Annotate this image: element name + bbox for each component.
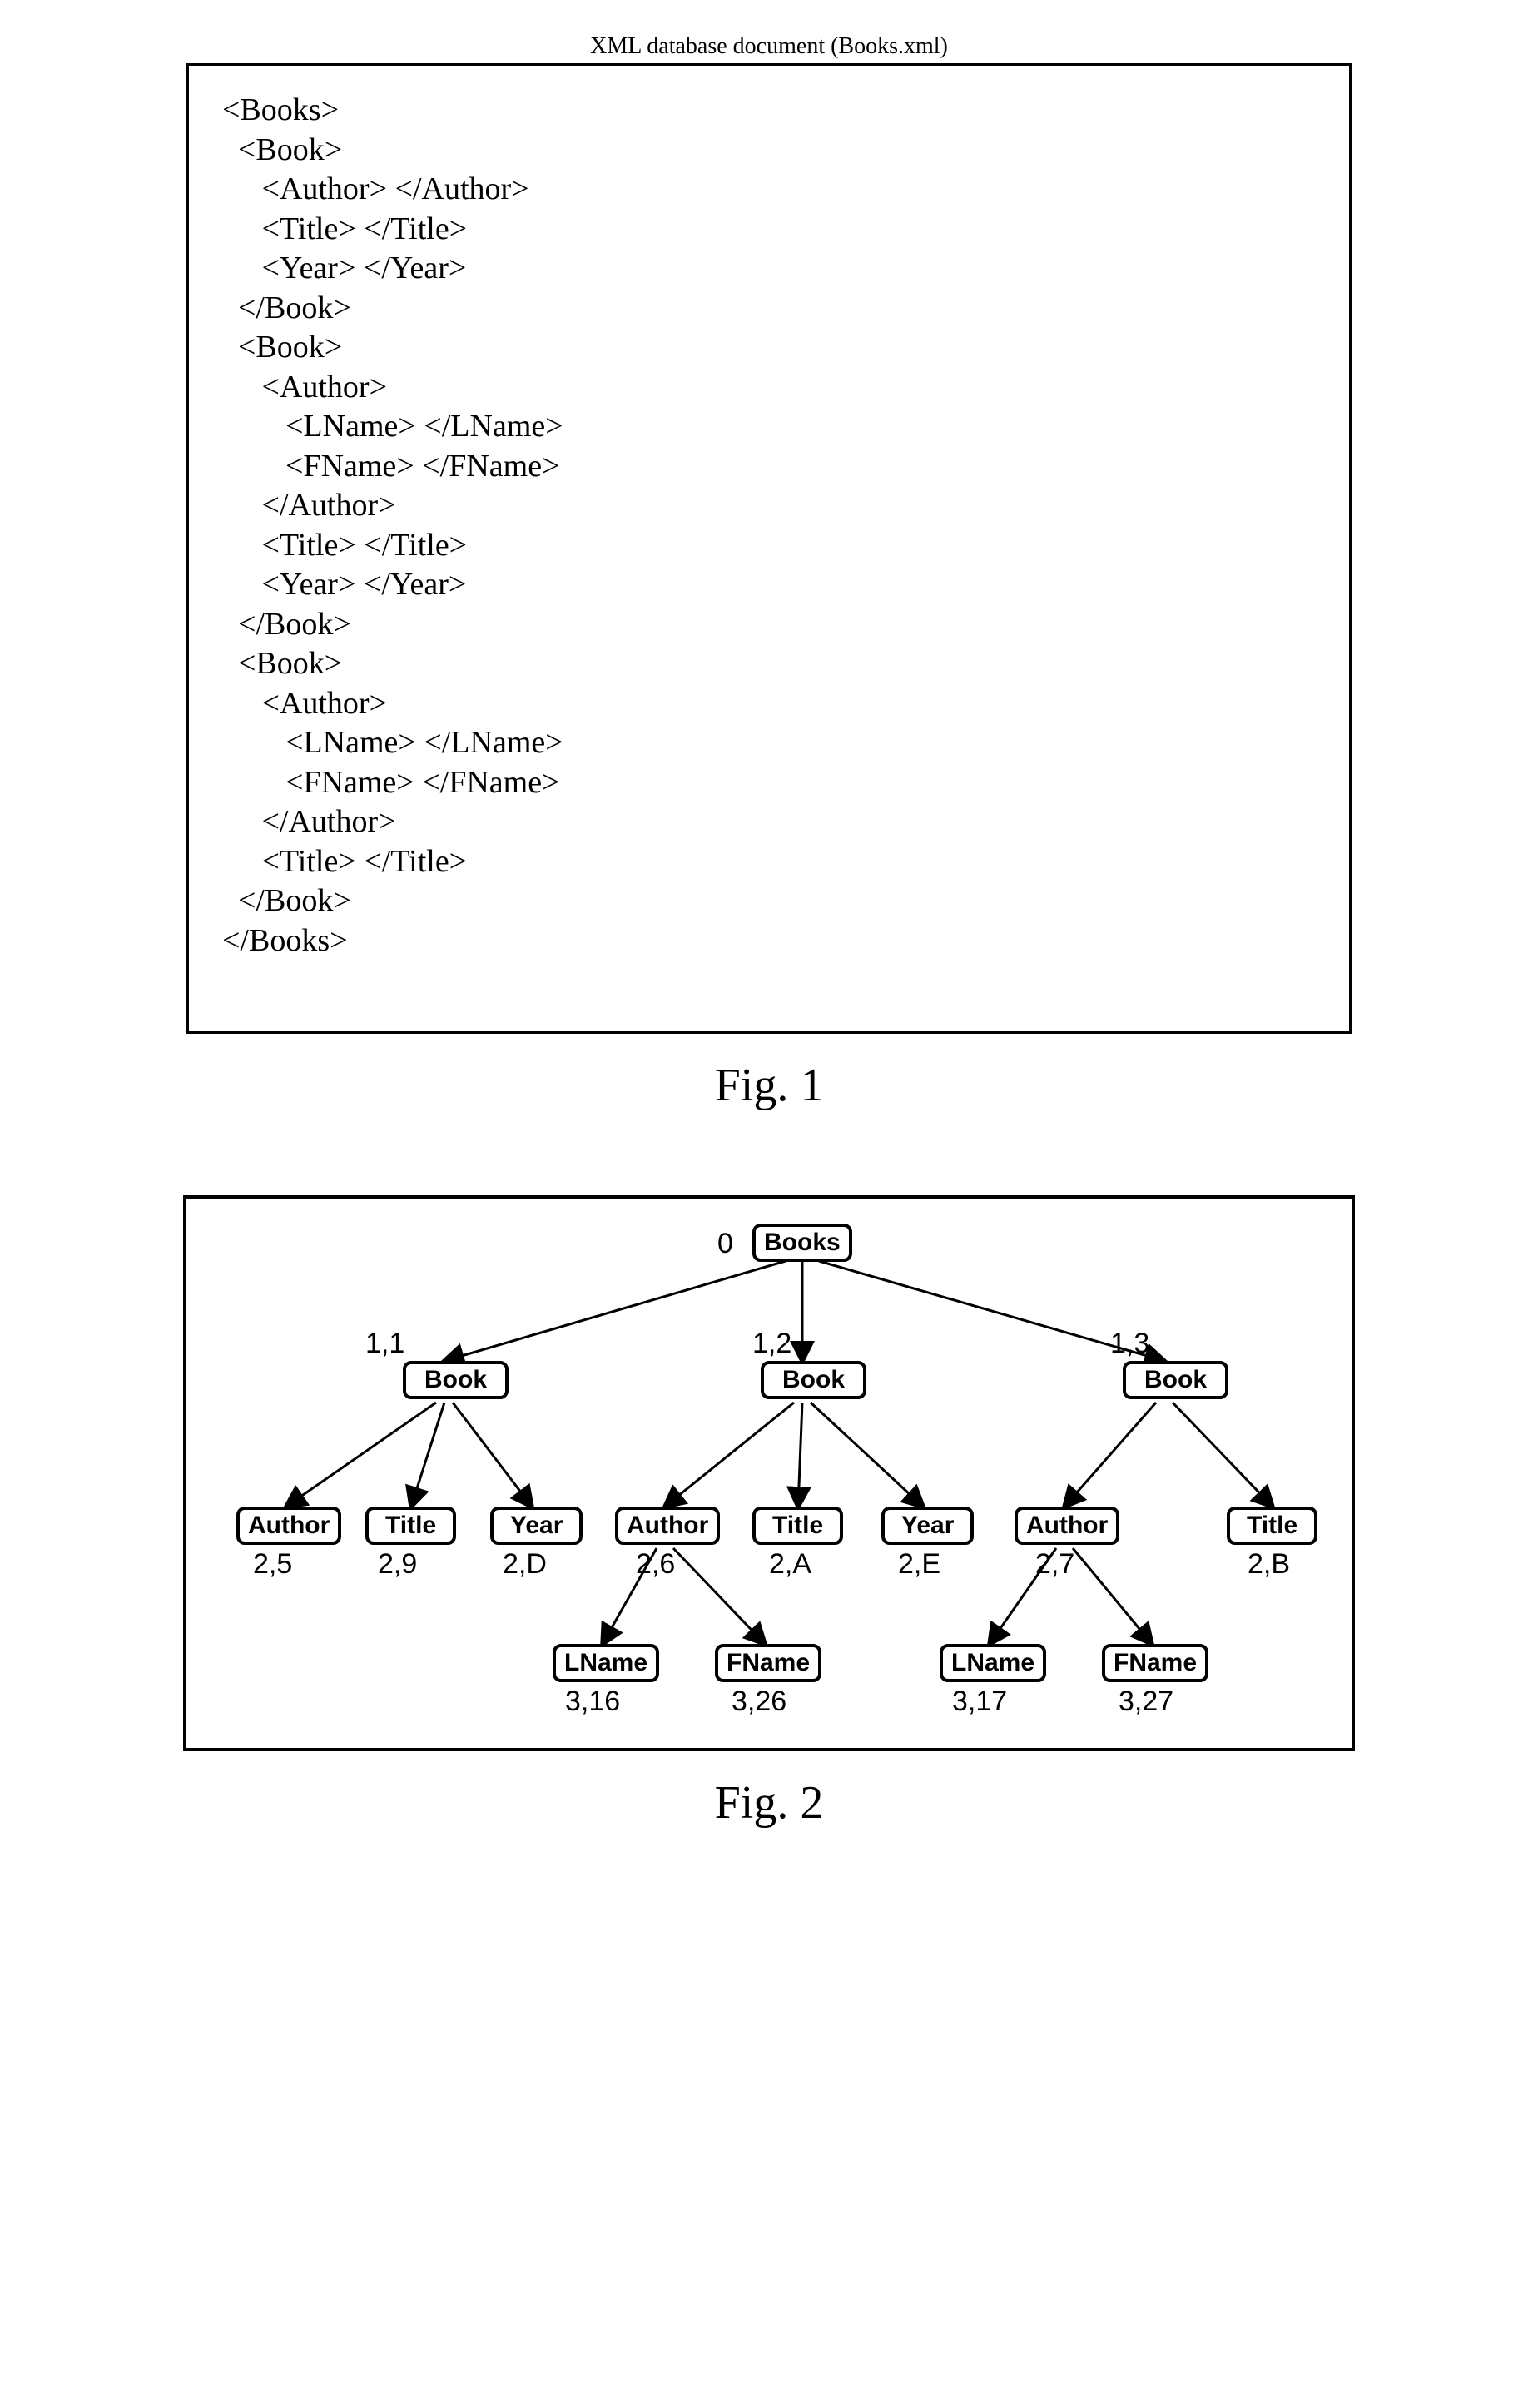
node-year-2: Year [881,1507,974,1545]
node-id-2-e: 2,E [898,1548,940,1581]
node-year-1: Year [490,1507,583,1545]
fig1-title: XML database document (Books.xml) [186,33,1352,60]
fig2-caption: Fig. 2 [715,1776,824,1830]
fig1-caption: Fig. 1 [186,1059,1352,1112]
node-author-1: Author [236,1507,341,1545]
fig1-xml-box: <Books> <Book> <Author> </Author> <Title… [186,63,1352,1034]
node-book-3: Book [1123,1361,1228,1399]
node-lname-2: LName [940,1644,1046,1682]
node-book-2: Book [761,1361,866,1399]
node-id-3-17: 3,17 [952,1686,1007,1718]
figure-2: 0 Books 1,1 Book 1,2 Book 1,3 Book Autho… [183,1195,1355,1751]
fig1-xml-content: <Books> <Book> <Author> </Author> <Title… [222,91,1316,961]
node-id-2-d: 2,D [503,1548,547,1581]
node-book-1: Book [403,1361,509,1399]
figure-1: XML database document (Books.xml) <Books… [186,33,1352,1162]
node-id-2-7: 2,7 [1035,1548,1074,1581]
node-id-1-1: 1,1 [365,1328,404,1360]
node-fname-2: FName [1102,1644,1208,1682]
node-id-3-27: 3,27 [1119,1686,1173,1718]
node-id-root: 0 [717,1228,733,1260]
node-books: Books [752,1224,852,1262]
node-title-1: Title [365,1507,456,1545]
node-id-2-6: 2,6 [636,1548,675,1581]
node-id-3-26: 3,26 [732,1686,786,1718]
node-id-1-3: 1,3 [1110,1328,1149,1360]
node-id-2-a: 2,A [769,1548,811,1581]
node-id-2-9: 2,9 [378,1548,417,1581]
node-id-1-2: 1,2 [752,1328,791,1360]
node-id-3-16: 3,16 [565,1686,620,1718]
node-title-2: Title [752,1507,843,1545]
node-title-3: Title [1227,1507,1317,1545]
node-author-3: Author [1015,1507,1119,1545]
node-id-2-5: 2,5 [253,1548,292,1581]
node-id-2-b: 2,B [1248,1548,1290,1581]
node-fname-1: FName [715,1644,821,1682]
node-lname-1: LName [553,1644,659,1682]
node-author-2: Author [615,1507,720,1545]
